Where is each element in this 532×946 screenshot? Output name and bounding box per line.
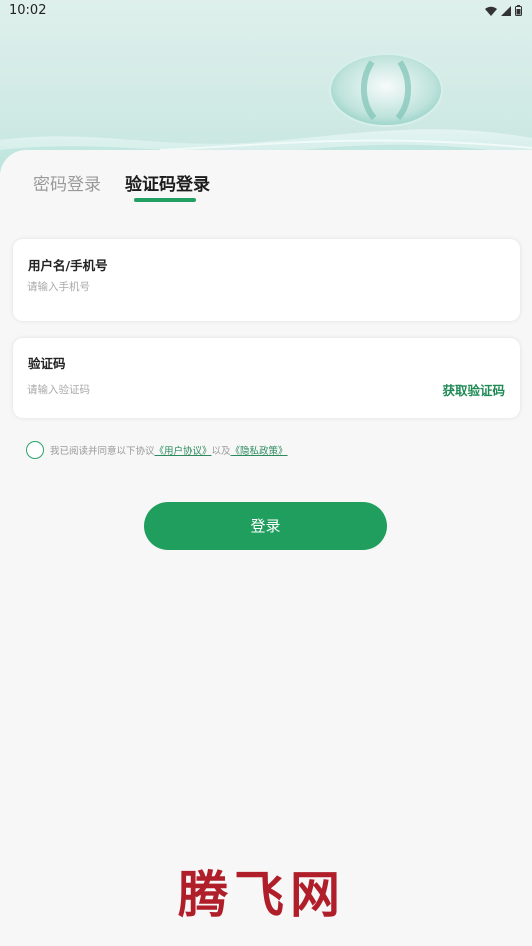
- agreement-checkbox[interactable]: [26, 441, 44, 459]
- tab-password-login[interactable]: 密码登录: [33, 170, 101, 195]
- privacy-policy-link[interactable]: 《隐私政策》: [231, 443, 288, 457]
- username-label: 用户名/手机号: [28, 258, 108, 273]
- verification-code-input[interactable]: [27, 381, 327, 399]
- status-icons: [485, 5, 522, 16]
- tab-active-indicator: [134, 198, 196, 202]
- battery-icon: [515, 5, 522, 16]
- agreement-row: 我已阅读并同意以下协议 《用户协议》 以及 《隐私政策》: [26, 441, 288, 459]
- login-button[interactable]: 登录: [144, 502, 387, 550]
- watermark-logo: 腾飞网: [178, 865, 346, 924]
- agreement-prefix: 我已阅读并同意以下协议: [50, 446, 155, 457]
- status-time: 10:02: [9, 3, 47, 18]
- status-bar: 10:02: [0, 0, 532, 24]
- agreement-connector: 以及: [211, 446, 231, 457]
- get-code-button[interactable]: 获取验证码: [442, 380, 505, 399]
- user-agreement-link[interactable]: 《用户协议》: [155, 443, 212, 457]
- wifi-icon: [485, 6, 497, 16]
- phone-input[interactable]: [27, 278, 327, 296]
- verification-code-label: 验证码: [28, 356, 66, 371]
- verification-code-card: 验证码 获取验证码: [13, 338, 520, 418]
- login-screen: 10:02 密码登录 验证码登录 用户名/手机号 验证码 获取验证码: [0, 0, 532, 946]
- signal-icon: [501, 5, 511, 16]
- tab-code-login[interactable]: 验证码登录: [125, 170, 210, 195]
- username-card: 用户名/手机号: [13, 239, 520, 321]
